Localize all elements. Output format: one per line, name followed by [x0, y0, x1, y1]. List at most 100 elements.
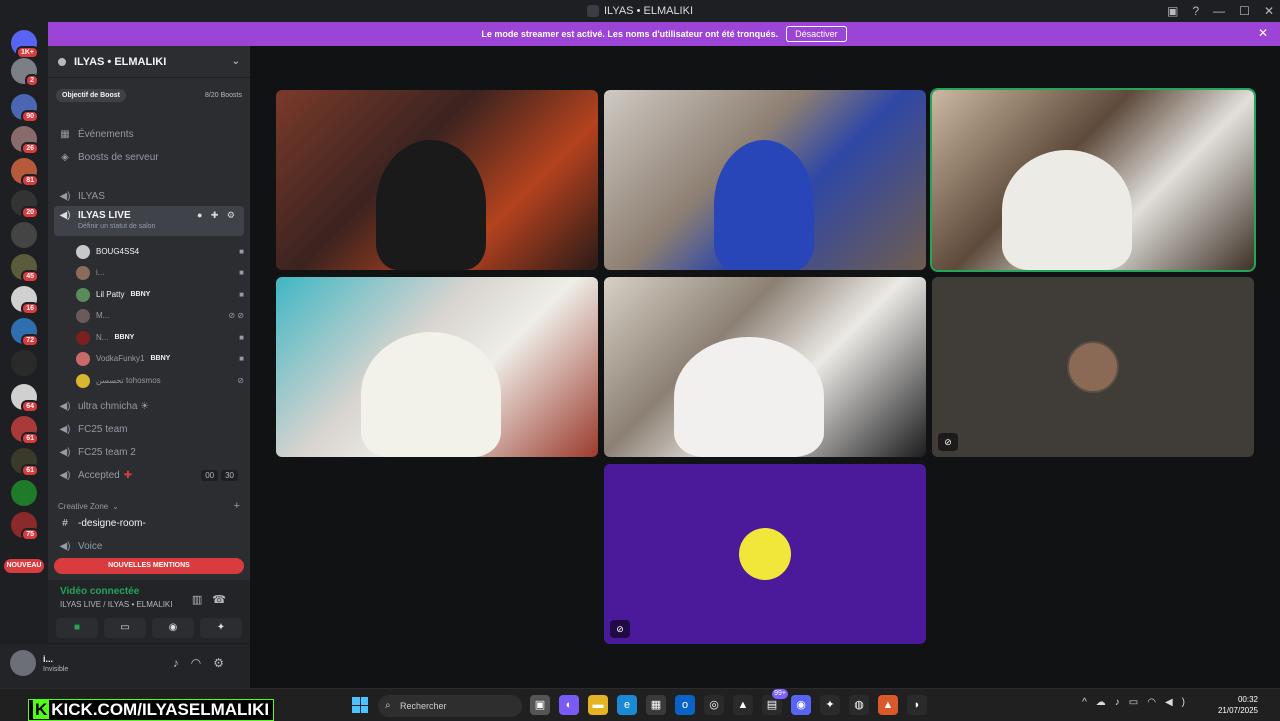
voice-channel-ilyas[interactable]: ◀) ILYAS — [48, 186, 250, 206]
camera-icon: ■ — [239, 333, 244, 342]
copilot-icon[interactable]: ◐ — [559, 695, 579, 715]
chrome-icon[interactable]: ◎ — [704, 695, 724, 715]
server-item[interactable] — [11, 350, 37, 376]
minimize-button[interactable]: — — [1213, 4, 1225, 18]
app-icon[interactable]: ▲ — [878, 695, 898, 715]
voice-user[interactable]: VodkaFunky1 BBNY ■ — [76, 349, 244, 368]
cloud-icon[interactable]: ☁ — [1096, 697, 1115, 708]
edge-icon[interactable]: e — [617, 695, 637, 715]
voice-channel-ilyas-live[interactable]: ◀) ILYAS LIVE Définir un statut de salon… — [54, 206, 244, 236]
task-view-icon[interactable]: ▣ — [530, 695, 550, 715]
gear-icon[interactable]: ⚙ — [213, 656, 236, 670]
voice-channel-path[interactable]: ILYAS LIVE / ILYAS • ELMALIKI — [60, 600, 172, 609]
window-title: ILYAS • ELMALIKI — [603, 5, 694, 17]
voice-channel-fc25[interactable]: ◀) FC25 team — [48, 419, 250, 439]
video-tile-speaking[interactable] — [930, 88, 1256, 272]
server-item[interactable]: 45 — [11, 254, 39, 283]
voice-user[interactable]: Lil Patty BBNY ■ — [76, 285, 244, 304]
video-tile[interactable] — [276, 277, 598, 457]
category-creative-zone[interactable]: Creative Zone ⌄ + — [58, 500, 240, 512]
server-item[interactable] — [11, 480, 37, 506]
volume-icon[interactable]: ◀) — [1165, 697, 1194, 708]
voice-user[interactable]: N... BBNY ■ — [76, 328, 244, 347]
server-item[interactable]: 61 — [11, 416, 39, 445]
server-boosts-label: Boosts de serveur — [78, 151, 159, 163]
close-icon[interactable]: ✕ — [1258, 26, 1268, 40]
add-channel-icon[interactable]: + — [234, 500, 240, 512]
voice-channel-accepted[interactable]: ◀) Accepted ✚ 00 30 — [48, 465, 250, 485]
new-servers-pill[interactable]: NOUVEAU — [4, 559, 44, 573]
voice-channel-voice[interactable]: ◀) Voice — [48, 536, 250, 556]
participant-video — [361, 332, 501, 457]
app-icon[interactable]: ◗ — [907, 695, 927, 715]
boost-count: 8/20 Boosts — [205, 91, 242, 99]
avatar[interactable] — [10, 650, 36, 676]
server-item[interactable]: 20 — [11, 190, 39, 219]
voice-channel-fc25-2[interactable]: ◀) FC25 team 2 — [48, 442, 250, 462]
voice-channel-ultra[interactable]: ◀) ultra chmicha ☀ — [48, 396, 250, 416]
channel-actions[interactable]: ● ✚ ⚙ — [197, 210, 238, 221]
voice-user-name: VodkaFunky1 — [96, 354, 145, 363]
server-item[interactable]: 75 — [11, 512, 39, 541]
microphone-icon[interactable]: ♪ — [173, 656, 191, 670]
mic-tray-icon[interactable]: ♪ — [1115, 697, 1129, 708]
voice-user-name: N... — [96, 333, 109, 342]
maximize-button[interactable]: ☐ — [1239, 4, 1250, 18]
headphones-icon[interactable]: ◠ — [191, 656, 213, 670]
emoji-icon: ✚ — [123, 469, 133, 481]
server-item[interactable]: 64 — [11, 384, 39, 413]
voice-user[interactable]: i... ■ — [76, 263, 244, 282]
boost-goal[interactable]: Objectif de Boost 8/20 Boosts — [56, 86, 242, 104]
guild-header[interactable]: ILYAS • ELMALIKI ⌄ — [48, 46, 250, 78]
server-item[interactable]: 26 — [11, 126, 39, 155]
video-tile[interactable]: ⊘ — [932, 277, 1254, 457]
system-clock[interactable]: 00:32 21/07/2025 — [1218, 694, 1258, 716]
channel-status[interactable]: Définir un statut de salon — [78, 223, 155, 230]
chevron-up-icon[interactable]: ^ — [1082, 697, 1096, 708]
noise-suppression-icon[interactable]: ▥ — [192, 594, 212, 606]
notes-icon[interactable]: ▤ 99+ — [762, 689, 788, 715]
file-explorer-icon[interactable]: ▬ — [588, 695, 608, 715]
inbox-icon[interactable]: ▣ — [1167, 4, 1178, 18]
obs-icon[interactable]: ◍ — [849, 695, 869, 715]
store-icon[interactable]: ▦ — [646, 695, 666, 715]
wifi-icon[interactable]: ◠ — [1147, 697, 1165, 708]
sidebar-item-server-boosts[interactable]: ◈ Boosts de serveur — [48, 147, 250, 167]
new-mentions-pill[interactable]: NOUVELLES MENTIONS — [54, 558, 244, 574]
taskbar-search[interactable]: ⌕ Rechercher — [378, 695, 522, 717]
server-item-active[interactable]: 90 — [11, 94, 39, 123]
close-button[interactable]: ✕ — [1264, 4, 1274, 18]
chevron-down-icon[interactable]: ⌄ — [232, 56, 240, 67]
discord-icon[interactable]: ◉ — [791, 695, 811, 715]
server-item[interactable]: 2 — [11, 58, 39, 87]
server-item[interactable] — [11, 222, 37, 248]
soundboard-button[interactable]: ✦ — [200, 618, 242, 638]
voice-user[interactable]: تحسسن tohosmos ⊘ — [76, 371, 244, 390]
screen-share-button[interactable]: ▭ — [104, 618, 146, 638]
disable-streamer-button[interactable]: Désactiver — [786, 26, 847, 42]
photos-icon[interactable]: ▲ — [733, 695, 753, 715]
game-icon[interactable]: ✦ — [820, 695, 840, 715]
server-item[interactable]: 16 — [11, 286, 39, 315]
video-tile[interactable] — [604, 90, 926, 270]
server-home[interactable]: 1K+ — [11, 30, 39, 59]
video-tile[interactable]: ⊘ — [604, 464, 926, 644]
server-item[interactable]: 81 — [11, 158, 39, 187]
sidebar-item-events[interactable]: ▦ Événements — [48, 124, 250, 144]
camera-button[interactable]: ■ — [56, 618, 98, 638]
avatar — [76, 244, 90, 259]
text-channel-designe-room[interactable]: # -designe-room- — [48, 513, 250, 533]
server-item[interactable]: 61 — [11, 448, 39, 477]
voice-user[interactable]: M... ⊘ ⊘ — [76, 306, 244, 325]
disconnect-icon[interactable]: ☎ — [212, 594, 236, 606]
server-item[interactable]: 72 — [11, 318, 39, 347]
outlook-icon[interactable]: o — [675, 695, 695, 715]
help-icon[interactable]: ? — [1192, 4, 1199, 18]
video-tile[interactable] — [604, 277, 926, 457]
voice-user[interactable]: BOUG4SS4 ■ — [76, 242, 244, 261]
video-tile[interactable] — [276, 90, 598, 270]
activity-button[interactable]: ◉ — [152, 618, 194, 638]
display-icon[interactable]: ▭ — [1129, 697, 1147, 708]
windows-start-icon[interactable] — [352, 697, 368, 713]
voice-status[interactable]: Vidéo connectée — [60, 586, 139, 597]
